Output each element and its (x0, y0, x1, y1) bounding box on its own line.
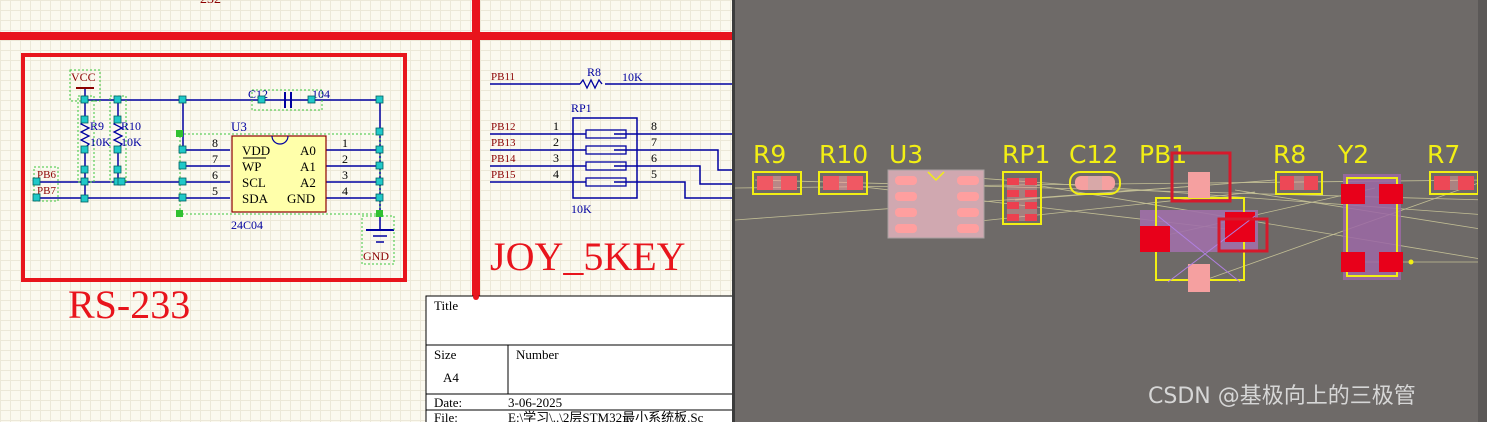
footprint-r9[interactable] (752, 171, 802, 195)
u3-pinnum: 7 (212, 152, 218, 166)
gnd-label: GND (363, 249, 389, 263)
u3-pin-scl: SCL (242, 175, 266, 190)
rp1-pinnum: 4 (553, 167, 559, 181)
rp1-resistors (585, 129, 627, 187)
net-label-pb13: PB13 (491, 137, 516, 149)
designator-c12: C12 (1069, 140, 1118, 169)
u3-part: 24C04 (231, 218, 263, 232)
r10-ref: R10 (121, 119, 141, 133)
r8-symbol (579, 78, 603, 90)
footprint-r8[interactable] (1275, 171, 1323, 195)
date-value: 3-06-2025 (508, 395, 562, 410)
vcc-label: VCC (71, 70, 96, 84)
designator-rp1: RP1 (1002, 140, 1050, 169)
rp1-pinnum: 8 (651, 119, 657, 133)
schematic-editor[interactable]: 232 VCC (0, 0, 732, 422)
u3-pin-a0: A0 (300, 143, 316, 158)
joy-wires (490, 83, 732, 199)
designator-r8: R8 (1273, 140, 1306, 169)
r8-value: 10K (622, 70, 643, 84)
r8-ref: R8 (587, 65, 601, 79)
u3-pinnum: 4 (342, 184, 348, 198)
u3-pinnum: 3 (342, 168, 348, 182)
u3-pin-vdd: VDD (242, 143, 270, 158)
footprint-pb1[interactable] (1140, 172, 1258, 292)
net-label-pb14: PB14 (491, 153, 516, 165)
footprint-rp1[interactable] (1002, 171, 1042, 225)
designator-r10: R10 (819, 140, 868, 169)
file-label: File: (434, 410, 458, 422)
designator-y2: Y2 (1337, 140, 1369, 169)
footprint-u3[interactable] (887, 169, 985, 239)
rp1-value: 10K (571, 202, 592, 216)
u3-ref: U3 (231, 119, 247, 134)
r9-value: 10K (90, 135, 111, 149)
u3-pinnum: 6 (212, 168, 218, 182)
watermark: CSDN @基极向上的三极管 (1148, 384, 1416, 409)
designator-r9: R9 (753, 140, 786, 169)
u3-pinnum: 2 (342, 152, 348, 166)
size-value: A4 (443, 370, 459, 385)
rp1-pinnum: 3 (553, 151, 559, 165)
footprint-y2[interactable] (1341, 174, 1414, 280)
designator-r7: R7 (1427, 140, 1460, 169)
u3-pinnum: 1 (342, 136, 348, 150)
net-label-pb11: PB11 (491, 71, 515, 83)
rp1-pinnum: 7 (651, 135, 657, 149)
u3-pin-sda: SDA (242, 191, 269, 206)
r9-ref: R9 (90, 119, 104, 133)
u3-pin-a2: A2 (300, 175, 316, 190)
r10-value: 10K (121, 135, 142, 149)
rp1-pinnum: 1 (553, 119, 559, 133)
r9-symbol (79, 119, 91, 149)
u3-pin-gnd: GND (287, 191, 315, 206)
red-divider-horizontal (0, 32, 732, 40)
footprint-r7[interactable] (1429, 171, 1479, 195)
date-label: Date: (434, 395, 462, 410)
file-value: E:\学习\..\2层STM32最小系统板.Sc (508, 410, 704, 422)
top-label: 232 (200, 0, 221, 7)
number-label: Number (516, 347, 559, 362)
rp1-ref: RP1 (571, 101, 592, 115)
net-label-pb12: PB12 (491, 121, 515, 133)
schematic-canvas[interactable]: 232 VCC (0, 0, 732, 422)
title-block (425, 295, 732, 422)
rp1-pinnum: 5 (651, 167, 657, 181)
pcb-editor[interactable]: R9 R10 U3 RP1 C12 PB1 R8 Y2 R7 CSDN @基极向… (732, 0, 1487, 422)
red-divider-vertical (472, 0, 480, 298)
u3-pin-wp: WP (242, 159, 262, 174)
footprint-r10[interactable] (818, 171, 868, 195)
joy-label: JOY_5KEY (490, 234, 686, 279)
u3-pin-a1: A1 (300, 159, 316, 174)
frame-corner-dot (473, 294, 479, 300)
pcb-canvas[interactable]: R9 R10 U3 RP1 C12 PB1 R8 Y2 R7 (735, 0, 1487, 422)
rs233-label: RS-233 (68, 282, 190, 327)
designator-u3: U3 (889, 140, 923, 169)
size-label: Size (434, 347, 457, 362)
rp1-pinnum: 6 (651, 151, 657, 165)
u3-pinnum: 8 (212, 136, 218, 150)
net-label-pb15: PB15 (491, 169, 516, 181)
rp1-pinnum: 2 (553, 135, 559, 149)
title-label: Title (434, 298, 458, 313)
footprint-c12[interactable] (1069, 171, 1121, 195)
pcb-scrollbar[interactable] (1478, 0, 1487, 422)
u3-pinnum: 5 (212, 184, 218, 198)
